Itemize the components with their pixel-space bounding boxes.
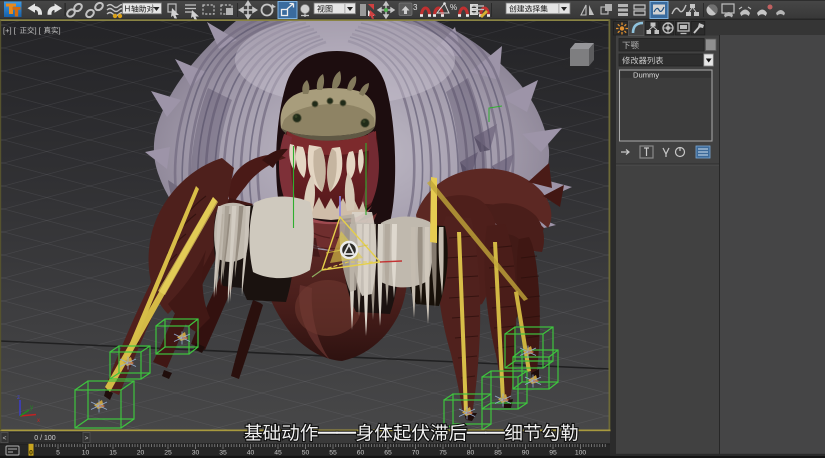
svg-text:0 / 100: 0 / 100 — [34, 435, 56, 442]
svg-text:50: 50 — [302, 450, 310, 457]
svg-text:75: 75 — [439, 450, 447, 457]
svg-text:100: 100 — [575, 450, 587, 457]
svg-text:60: 60 — [357, 450, 365, 457]
svg-text:55: 55 — [329, 450, 337, 457]
svg-text:]: ] — [59, 26, 61, 35]
svg-text:95: 95 — [549, 450, 557, 457]
svg-text:[+] [: [+] [ — [3, 26, 17, 35]
svg-text:x: x — [37, 418, 40, 424]
svg-text:] [: ] [ — [35, 26, 42, 35]
svg-text:35: 35 — [219, 450, 227, 457]
svg-text:H: H — [125, 5, 131, 14]
svg-text:<: < — [3, 435, 7, 442]
svg-text:z: z — [17, 395, 20, 401]
svg-text:0: 0 — [29, 450, 33, 457]
svg-text:20: 20 — [137, 450, 145, 457]
svg-text:y: y — [30, 405, 33, 411]
svg-text:25: 25 — [164, 450, 172, 457]
svg-text:80: 80 — [467, 450, 475, 457]
svg-text:5: 5 — [56, 450, 60, 457]
svg-text:85: 85 — [494, 450, 502, 457]
svg-text:45: 45 — [274, 450, 282, 457]
svg-text:30: 30 — [192, 450, 200, 457]
svg-text:70: 70 — [412, 450, 420, 457]
svg-text:3: 3 — [413, 3, 418, 12]
svg-text:65: 65 — [384, 450, 392, 457]
svg-text:10: 10 — [82, 450, 90, 457]
svg-text:>: > — [85, 435, 89, 442]
svg-text:Dummy: Dummy — [633, 70, 659, 79]
svg-text:15: 15 — [109, 450, 117, 457]
svg-text:%: % — [450, 3, 457, 12]
svg-text:90: 90 — [522, 450, 530, 457]
svg-text:40: 40 — [247, 450, 255, 457]
